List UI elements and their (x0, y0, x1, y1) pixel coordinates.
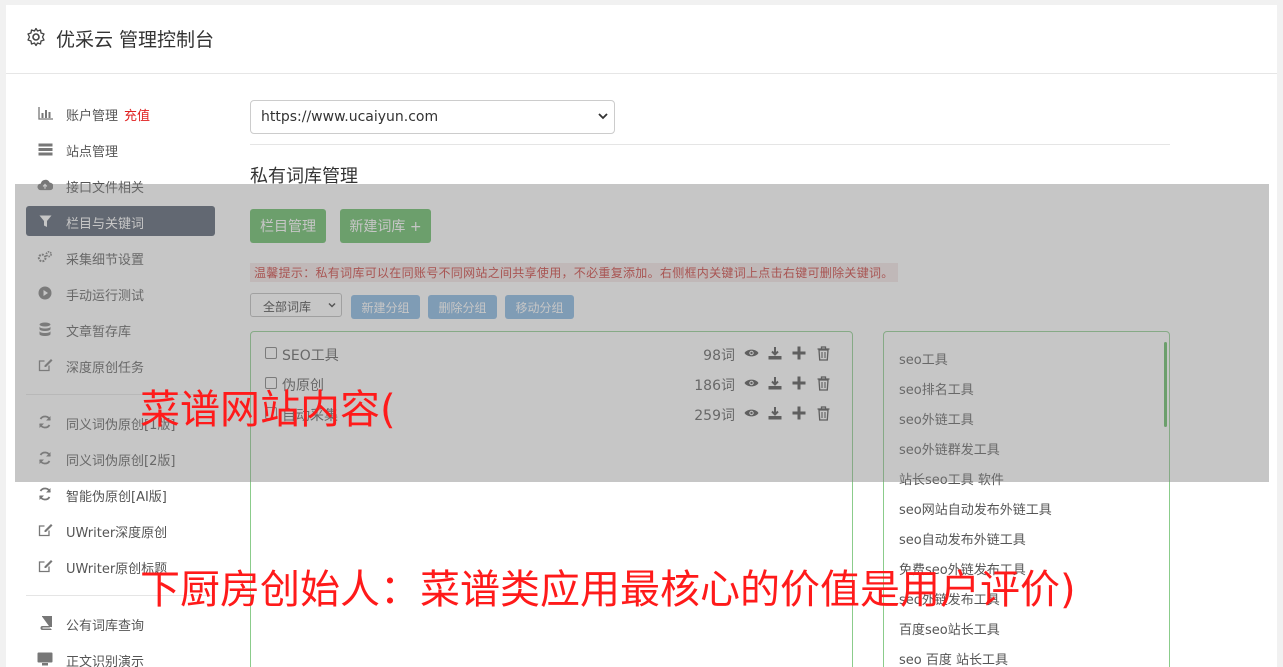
chevron-down-icon (598, 113, 608, 120)
sidebar-item-text-recognition[interactable]: 正文识别演示 (26, 644, 215, 667)
keyword-item[interactable]: 百度seo站长工具 (899, 619, 1000, 638)
app-title: 优采云 管理控制台 (56, 29, 215, 51)
desktop-icon (37, 651, 53, 667)
keyword-item[interactable]: seo自动发布外链工具 (899, 529, 1026, 548)
site-select[interactable]: https://www.ucaiyun.com (250, 100, 615, 134)
sidebar-item-label: 正文识别演示 (66, 655, 145, 667)
sidebar-item-label: 账户管理 (66, 109, 119, 124)
sidebar-item-label: 站点管理 (66, 145, 119, 160)
edit-icon (37, 558, 53, 574)
book-icon (37, 615, 53, 631)
keyword-item[interactable]: seo 百度 站长工具 (899, 649, 1008, 667)
sidebar-item-ai-original[interactable]: 智能伪原创[AI版] (26, 479, 215, 509)
sidebar-item-label: UWriter深度原创 (66, 526, 168, 541)
top-bar: 优采云 管理控制台 (6, 5, 1277, 74)
divider (250, 144, 1170, 145)
keyword-item[interactable]: seo网站自动发布外链工具 (899, 499, 1052, 518)
refresh-icon (37, 486, 53, 502)
sidebar-item-label: 智能伪原创[AI版] (66, 490, 167, 505)
overlay-band (15, 184, 1269, 482)
sidebar-item-sites[interactable]: 站点管理 (26, 134, 215, 164)
recharge-link[interactable]: 充值 (124, 109, 150, 124)
bar-chart-icon (37, 105, 53, 121)
sidebar-item-label: 公有词库查询 (66, 619, 145, 634)
sidebar-item-uwriter-deep[interactable]: UWriter深度原创 (26, 515, 215, 545)
overlay-caption-line2: 下厨房创始人：菜谱类应用最核心的价值是用户评价) (140, 567, 1076, 613)
server-icon (37, 141, 53, 157)
edit-icon (37, 522, 53, 538)
overlay-caption-line1: 菜谱网站内容( (140, 387, 396, 433)
gear-icon (27, 27, 45, 47)
sidebar-item-account[interactable]: 账户管理 充值 (26, 98, 215, 128)
